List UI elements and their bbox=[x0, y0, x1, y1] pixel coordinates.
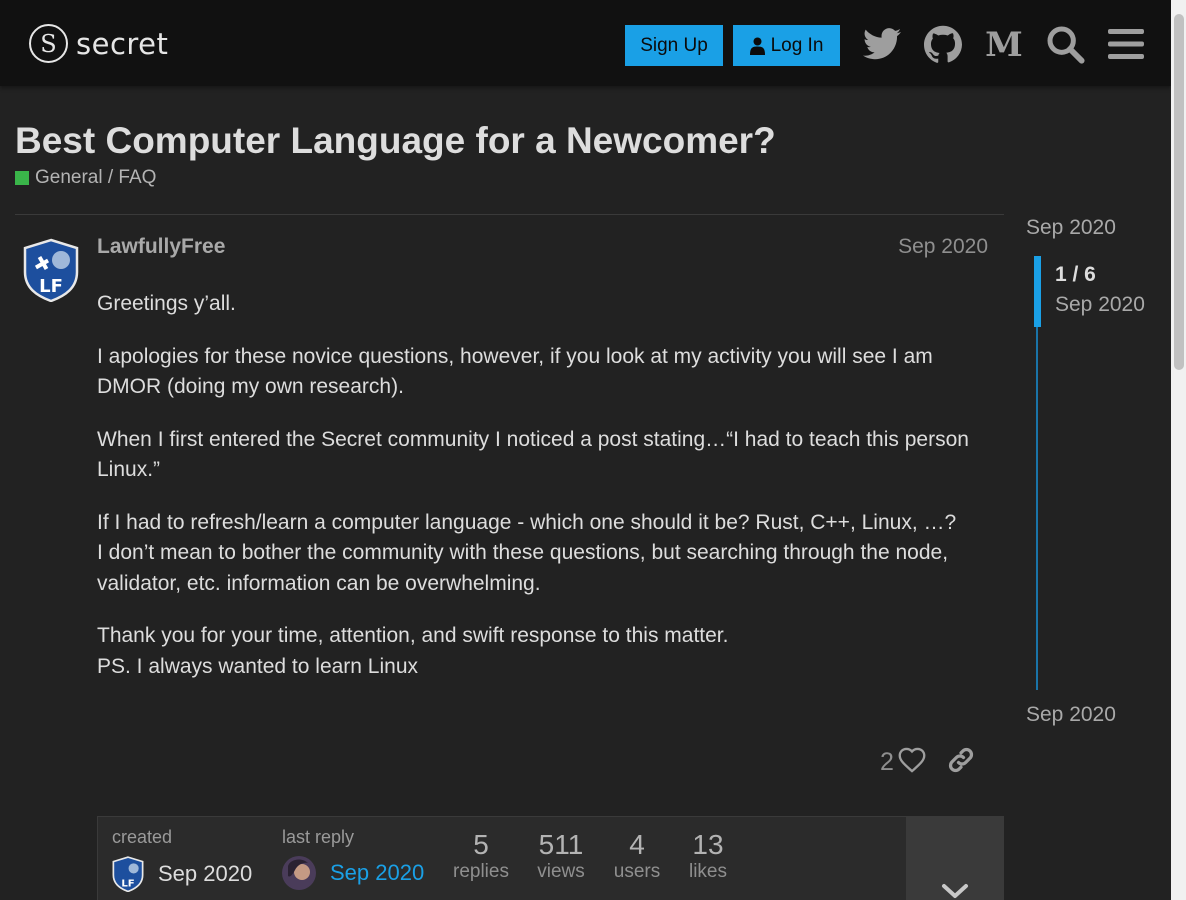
twitter-icon[interactable] bbox=[861, 23, 903, 65]
post-paragraph: Thank you for your time, attention, and … bbox=[97, 621, 997, 682]
svg-text:LF: LF bbox=[39, 276, 63, 297]
timeline-current-date: Sep 2020 bbox=[1055, 293, 1145, 316]
created-date: Sep 2020 bbox=[158, 861, 253, 886]
hamburger-menu-icon[interactable] bbox=[1105, 23, 1147, 65]
timeline-end-date[interactable]: Sep 2020 bbox=[1026, 703, 1116, 727]
link-icon[interactable] bbox=[946, 745, 976, 780]
log-in-button[interactable]: Log In bbox=[733, 25, 840, 66]
svg-text:M: M bbox=[985, 28, 1023, 60]
author-avatar[interactable]: LF bbox=[23, 238, 79, 303]
post-author-name[interactable]: LawfullyFree bbox=[97, 235, 225, 259]
expand-topic-map-button[interactable] bbox=[906, 817, 1003, 900]
users-label: users bbox=[613, 861, 661, 882]
post-paragraph: I apologies for these novice questions, … bbox=[97, 344, 933, 399]
post-body: Greetings y’all. I apologies for these n… bbox=[97, 289, 997, 704]
post-line: If I had to refresh/learn a computer lan… bbox=[97, 510, 957, 534]
user-icon bbox=[749, 37, 765, 55]
replies-stat: 5 replies bbox=[448, 829, 514, 883]
last-reply-info: last reply Sep 2020 bbox=[282, 827, 424, 890]
topic-map: created LF Sep 2020 last reply Sep 2020 … bbox=[97, 816, 1004, 900]
scrollbar-thumb[interactable] bbox=[1174, 14, 1184, 370]
site-logo[interactable]: S secret bbox=[29, 24, 168, 63]
last-reply-date[interactable]: Sep 2020 bbox=[330, 860, 424, 886]
github-icon[interactable] bbox=[922, 23, 964, 65]
sign-up-button[interactable]: Sign Up bbox=[625, 25, 723, 66]
timeline-scroller-handle[interactable] bbox=[1034, 256, 1041, 327]
post-actions: 2 bbox=[880, 742, 976, 782]
medium-icon[interactable]: M bbox=[983, 23, 1025, 65]
chevron-down-icon bbox=[941, 884, 968, 898]
like-count[interactable]: 2 bbox=[880, 748, 894, 777]
post-paragraph: If I had to refresh/learn a computer lan… bbox=[97, 508, 997, 600]
created-label: created bbox=[112, 827, 173, 847]
post-date[interactable]: Sep 2020 bbox=[898, 235, 988, 259]
last-reply-avatar[interactable] bbox=[282, 856, 316, 890]
secret-logo-icon: S bbox=[29, 24, 68, 63]
topic-title[interactable]: Best Computer Language for a Newcomer? bbox=[15, 120, 776, 162]
category-name: General / FAQ bbox=[35, 167, 157, 188]
post-line: I don’t mean to bother the community wit… bbox=[97, 541, 949, 595]
logo-text: secret bbox=[76, 26, 169, 61]
timeline-post-counter: 1 / 6 bbox=[1055, 263, 1096, 286]
views-label: views bbox=[537, 861, 585, 882]
likes-count: 13 bbox=[692, 829, 724, 860]
likes-stat: 13 likes bbox=[682, 829, 734, 883]
creator-avatar[interactable]: LF bbox=[112, 856, 144, 892]
created-info: created LF Sep 2020 bbox=[112, 827, 252, 892]
title-divider bbox=[15, 214, 1004, 215]
views-count: 511 bbox=[538, 829, 584, 860]
post-line: Thank you for your time, attention, and … bbox=[97, 624, 729, 647]
search-icon[interactable] bbox=[1044, 23, 1086, 65]
replies-count: 5 bbox=[473, 829, 489, 860]
timeline-start-date[interactable]: Sep 2020 bbox=[1026, 216, 1116, 240]
likes-label: likes bbox=[688, 861, 727, 882]
views-stat: 511 views bbox=[530, 829, 592, 883]
page-scrollbar[interactable] bbox=[1171, 0, 1186, 900]
heart-icon[interactable] bbox=[898, 747, 926, 778]
category-color-swatch bbox=[15, 171, 29, 185]
post-paragraph: When I first entered the Secret communit… bbox=[97, 427, 969, 482]
replies-label: replies bbox=[453, 861, 509, 882]
log-in-label: Log In bbox=[770, 34, 824, 56]
category-badge[interactable]: General / FAQ bbox=[15, 167, 156, 189]
users-stat: 4 users bbox=[608, 829, 666, 883]
svg-text:LF: LF bbox=[121, 878, 134, 889]
post-line: PS. I always wanted to learn Linux bbox=[97, 654, 419, 678]
site-header: S secret Sign Up Log In M bbox=[0, 0, 1171, 86]
last-reply-label: last reply bbox=[282, 827, 355, 847]
users-count: 4 bbox=[629, 829, 645, 860]
post-paragraph: Greetings y’all. bbox=[97, 292, 236, 315]
